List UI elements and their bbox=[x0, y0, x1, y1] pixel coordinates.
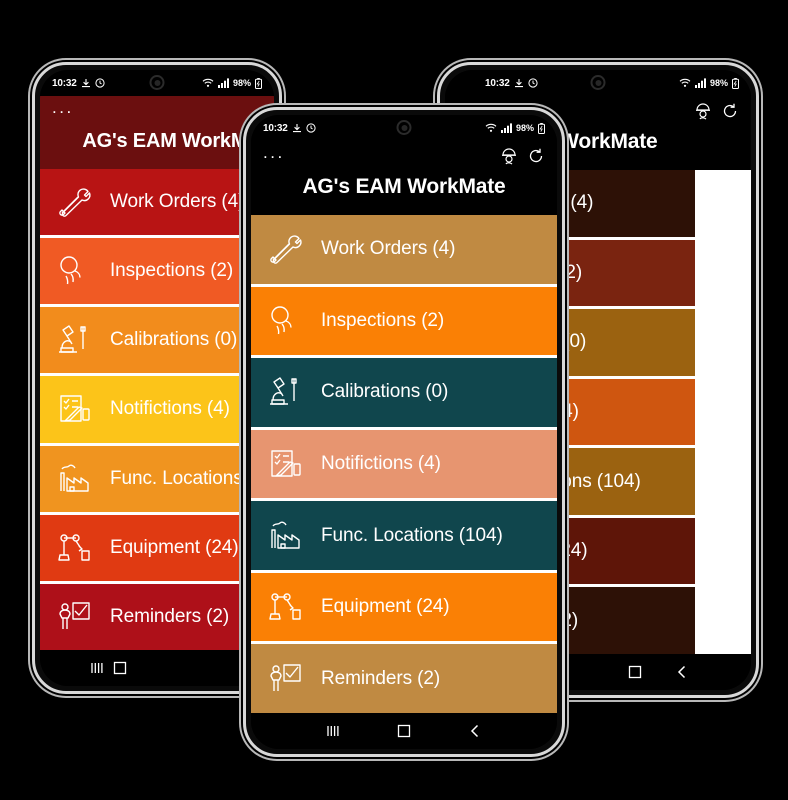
main-menu-list: Work Orders (4) Inspections (2) Calibrat… bbox=[251, 215, 557, 713]
status-time: 10:32 bbox=[263, 122, 288, 134]
menu-item-label: Inspections (2) bbox=[321, 309, 445, 331]
android-nav-bar bbox=[251, 713, 557, 749]
menu-item-label: Notifictions (4) bbox=[110, 398, 230, 420]
cellular-signal-icon bbox=[500, 123, 512, 133]
worker-helmet-icon[interactable] bbox=[694, 102, 712, 120]
wrench-screwdriver-icon bbox=[54, 186, 96, 218]
menu-item-label: Func. Locations (104) bbox=[321, 524, 503, 546]
phone-center-default-theme: 10:32 98% ... AG's EAM WorkMate Work Ord… bbox=[243, 107, 565, 757]
menu-item-inspections[interactable]: Inspections (2) bbox=[40, 238, 274, 305]
wifi-icon bbox=[679, 78, 691, 88]
front-camera bbox=[396, 120, 412, 135]
menu-item-label: Reminders (2) bbox=[321, 667, 441, 689]
download-icon bbox=[292, 123, 302, 134]
menu-item-inspections[interactable]: Inspections (2) bbox=[251, 286, 557, 356]
magnifier-inspect-icon bbox=[54, 255, 96, 287]
sync-refresh-icon[interactable] bbox=[721, 102, 739, 120]
menu-item-label: Work Orders (4) bbox=[321, 238, 456, 260]
menu-item-reminders[interactable]: Reminders (2) bbox=[251, 644, 557, 713]
menu-item-func-locations[interactable]: Func. Locations (104) bbox=[251, 501, 557, 570]
page-title: AG's EAM WorkMate bbox=[302, 175, 506, 198]
factory-icon bbox=[54, 463, 96, 495]
menu-item-work-orders[interactable]: Work Orders (4) bbox=[40, 169, 274, 236]
download-icon bbox=[81, 78, 91, 89]
magnifier-inspect-icon bbox=[265, 305, 307, 337]
back-button[interactable] bbox=[674, 664, 690, 680]
wrench-screwdriver-icon bbox=[265, 233, 307, 265]
battery-icon bbox=[538, 122, 545, 134]
person-checklist-icon bbox=[54, 601, 96, 633]
battery-percent: 98% bbox=[515, 123, 534, 133]
wifi-icon bbox=[485, 123, 497, 133]
microscope-icon bbox=[54, 324, 96, 356]
menu-item-notifictions[interactable]: Notifictions (4) bbox=[40, 376, 274, 443]
menu-item-equipment[interactable]: Equipment (24) bbox=[251, 572, 557, 642]
menu-item-reminders[interactable]: Reminders (2) bbox=[40, 583, 274, 650]
clipboard-pen-icon bbox=[54, 393, 96, 425]
microscope-icon bbox=[265, 376, 307, 408]
clipboard-pen-icon bbox=[265, 448, 307, 480]
menu-item-label: Calibrations (0) bbox=[110, 329, 238, 351]
menu-item-func-locations[interactable]: Func. Locations (104) bbox=[40, 445, 274, 512]
menu-item-work-orders[interactable]: Work Orders (4) bbox=[251, 215, 557, 284]
menu-item-label: Equipment (24) bbox=[110, 536, 239, 558]
home-button[interactable] bbox=[627, 664, 643, 680]
wifi-icon bbox=[202, 78, 214, 88]
menu-item-label: Calibrations (0) bbox=[321, 381, 449, 403]
menu-item-calibrations[interactable]: Calibrations (0) bbox=[40, 307, 274, 374]
home-button[interactable] bbox=[112, 660, 128, 676]
menu-item-label: Inspections (2) bbox=[110, 260, 234, 282]
person-checklist-icon bbox=[265, 663, 307, 695]
app-header: ... AG's EAM WorkMate bbox=[251, 141, 557, 215]
clock-icon bbox=[305, 123, 316, 133]
app-header: ... AG's EAM WorkMate bbox=[40, 96, 274, 169]
main-menu-list: Work Orders (4) Inspections (2) Calibrat… bbox=[40, 169, 274, 650]
front-camera bbox=[590, 75, 606, 90]
menu-item-label: Work Orders (4) bbox=[110, 191, 245, 213]
overflow-menu-button[interactable]: ... bbox=[263, 144, 285, 168]
recents-button[interactable] bbox=[325, 723, 341, 739]
battery-percent: 98% bbox=[709, 78, 728, 88]
status-bar: 10:32 98% bbox=[251, 115, 557, 141]
factory-icon bbox=[265, 520, 307, 552]
battery-icon bbox=[732, 77, 739, 89]
cellular-signal-icon bbox=[217, 78, 229, 88]
clock-icon bbox=[94, 78, 105, 88]
recents-button[interactable] bbox=[89, 660, 105, 676]
cellular-signal-icon bbox=[694, 78, 706, 88]
menu-item-equipment[interactable]: Equipment (24) bbox=[40, 514, 274, 581]
screenshot-stage: 10:32 98% ... AG's EAM WorkMate Work Ord… bbox=[0, 0, 788, 800]
menu-item-label: Notifictions (4) bbox=[321, 453, 441, 475]
battery-icon bbox=[255, 77, 262, 89]
clock-icon bbox=[527, 78, 538, 88]
overflow-menu-button[interactable]: ... bbox=[52, 99, 74, 123]
robot-arm-icon bbox=[54, 532, 96, 564]
android-nav-bar bbox=[40, 650, 274, 686]
menu-item-notifictions[interactable]: Notifictions (4) bbox=[251, 429, 557, 499]
status-time: 10:32 bbox=[485, 77, 510, 89]
menu-item-calibrations[interactable]: Calibrations (0) bbox=[251, 358, 557, 427]
robot-arm-icon bbox=[265, 591, 307, 623]
menu-item-label: Equipment (24) bbox=[321, 596, 450, 618]
status-bar: 10:32 98% bbox=[40, 70, 274, 96]
status-bar: 10:32 98% bbox=[445, 70, 751, 96]
worker-helmet-icon[interactable] bbox=[500, 147, 518, 165]
menu-item-label: Reminders (2) bbox=[110, 605, 230, 627]
home-button[interactable] bbox=[396, 723, 412, 739]
battery-percent: 98% bbox=[232, 78, 251, 88]
status-time: 10:32 bbox=[52, 77, 77, 89]
front-camera bbox=[149, 75, 165, 90]
download-icon bbox=[514, 78, 524, 89]
sync-refresh-icon[interactable] bbox=[527, 147, 545, 165]
back-button[interactable] bbox=[467, 723, 483, 739]
